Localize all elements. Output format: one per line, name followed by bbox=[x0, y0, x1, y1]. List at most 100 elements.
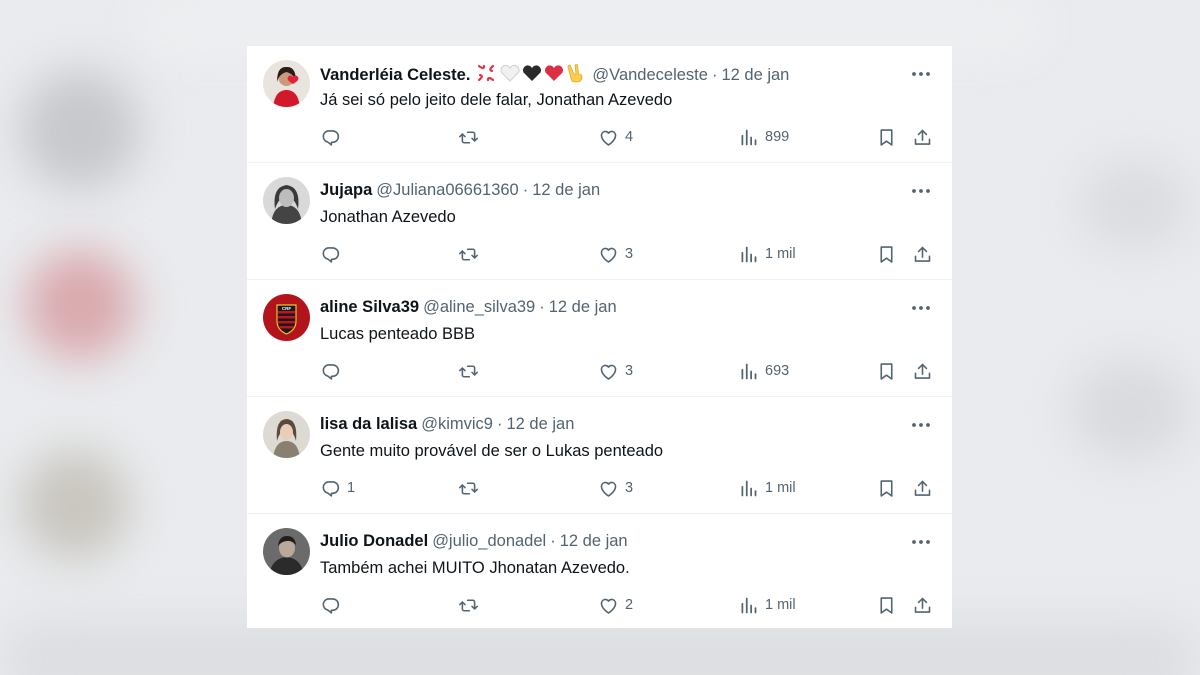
tweet-actions: 1 3 1 mil bbox=[320, 477, 932, 499]
display-name[interactable]: Vanderléia Celeste. bbox=[320, 66, 470, 84]
user-handle[interactable]: @julio_donadel bbox=[432, 532, 546, 550]
tweet[interactable]: Vanderléia Celeste. @Vandeceleste · 12 de … bbox=[247, 46, 952, 163]
more-options-icon[interactable] bbox=[910, 532, 932, 552]
tweet-actions: 4 899 bbox=[320, 126, 932, 148]
bookmark-button[interactable] bbox=[876, 243, 897, 265]
views-count: 693 bbox=[765, 363, 790, 379]
user-handle[interactable]: @aline_silva39 bbox=[423, 298, 535, 316]
tweet-date[interactable]: 12 de jan bbox=[532, 181, 600, 199]
user-avatar[interactable] bbox=[263, 177, 310, 224]
tweet-date[interactable]: 12 de jan bbox=[721, 66, 789, 84]
user-handle[interactable]: @Juliana06661360 bbox=[376, 181, 518, 199]
separator-dot: · bbox=[522, 181, 529, 199]
retweet-icon bbox=[458, 130, 479, 144]
tweet-date[interactable]: 12 de jan bbox=[549, 298, 617, 316]
heart-icon bbox=[600, 247, 617, 263]
share-icon bbox=[914, 129, 931, 145]
name-emojis bbox=[476, 63, 588, 88]
heart-icon bbox=[600, 481, 617, 497]
views-count: 1 mil bbox=[765, 246, 796, 262]
share-button[interactable] bbox=[912, 594, 933, 616]
reply-button[interactable] bbox=[320, 243, 347, 265]
more-options-icon[interactable] bbox=[910, 298, 932, 318]
reply-count: 1 bbox=[347, 480, 356, 496]
more-options-icon[interactable] bbox=[910, 415, 932, 435]
red-heart-emoji bbox=[545, 65, 564, 81]
more-options-icon[interactable] bbox=[910, 64, 932, 84]
display-name[interactable]: Julio Donadel bbox=[320, 532, 428, 550]
user-avatar[interactable]: CRF bbox=[263, 294, 310, 341]
separator-dot: · bbox=[550, 532, 556, 550]
tweet-text: Lucas penteado BBB bbox=[320, 325, 476, 343]
reply-button[interactable] bbox=[320, 594, 347, 616]
heart-icon bbox=[600, 598, 617, 614]
tweet-date[interactable]: 12 de jan bbox=[507, 415, 575, 433]
share-button[interactable] bbox=[912, 477, 933, 499]
retweet-button[interactable] bbox=[458, 594, 479, 616]
reply-feed: Vanderléia Celeste. @Vandeceleste · 12 de … bbox=[247, 46, 952, 628]
reply-button[interactable] bbox=[320, 126, 347, 148]
heart-icon bbox=[600, 130, 617, 146]
display-name[interactable]: lisa da lalisa bbox=[320, 415, 417, 433]
tweet[interactable]: Jujapa @Juliana06661360 · 12 de jan Jonatha… bbox=[247, 163, 952, 280]
bookmark-button[interactable] bbox=[876, 360, 897, 382]
tweet-actions: 2 1 mil bbox=[320, 594, 932, 616]
tweet[interactable]: lisa da lalisa @kimvic9 · 12 de jan Gente m… bbox=[247, 397, 952, 514]
black-heart-emoji bbox=[523, 65, 542, 81]
like-button[interactable]: 3 bbox=[598, 243, 633, 265]
victory-hand-emoji bbox=[568, 64, 583, 83]
views-button[interactable]: 1 mil bbox=[738, 243, 796, 265]
views-button[interactable]: 693 bbox=[738, 360, 789, 382]
share-button[interactable] bbox=[912, 360, 933, 382]
tweet[interactable]: CRF aline Silva39 @aline_silva39 · 12 de ja… bbox=[247, 280, 952, 397]
reply-button[interactable] bbox=[320, 360, 347, 382]
tweet-actions: 3 693 bbox=[320, 360, 932, 382]
anger-emoji bbox=[478, 64, 495, 82]
retweet-button[interactable] bbox=[458, 477, 479, 499]
share-icon bbox=[914, 363, 931, 379]
like-count: 3 bbox=[625, 363, 634, 379]
retweet-button[interactable] bbox=[458, 243, 479, 265]
reply-icon bbox=[322, 363, 340, 380]
bookmark-icon bbox=[880, 128, 893, 146]
bookmark-icon bbox=[880, 245, 893, 263]
like-button[interactable]: 3 bbox=[598, 360, 633, 382]
user-avatar[interactable] bbox=[263, 528, 310, 575]
views-button[interactable]: 1 mil bbox=[738, 477, 796, 499]
like-button[interactable]: 2 bbox=[598, 594, 633, 616]
reply-icon bbox=[322, 480, 340, 497]
user-avatar[interactable] bbox=[263, 411, 310, 458]
share-button[interactable] bbox=[912, 126, 933, 148]
user-handle[interactable]: @kimvic9 bbox=[421, 415, 493, 433]
tweet-text: Gente muito provável de ser o Lukas pent… bbox=[320, 442, 664, 460]
separator-dot: · bbox=[711, 66, 718, 84]
bookmark-button[interactable] bbox=[876, 126, 897, 148]
tweet[interactable]: Julio Donadel @julio_donadel · 12 de jan Ta… bbox=[247, 514, 952, 628]
share-button[interactable] bbox=[912, 243, 933, 265]
like-button[interactable]: 4 bbox=[598, 126, 633, 148]
reply-button[interactable]: 1 bbox=[320, 477, 355, 499]
analytics-icon bbox=[741, 480, 757, 496]
bookmark-button[interactable] bbox=[876, 477, 897, 499]
tweet-text: Também achei MUITO Jhonatan Azevedo. bbox=[320, 559, 630, 577]
views-count: 1 mil bbox=[765, 480, 796, 496]
share-icon bbox=[914, 597, 931, 613]
user-handle[interactable]: @Vandeceleste bbox=[592, 66, 708, 84]
retweet-button[interactable] bbox=[458, 360, 479, 382]
retweet-button[interactable] bbox=[458, 126, 479, 148]
like-button[interactable]: 3 bbox=[598, 477, 633, 499]
separator-dot: · bbox=[497, 415, 503, 433]
display-name[interactable]: aline Silva39 bbox=[320, 298, 419, 316]
views-count: 899 bbox=[765, 129, 790, 145]
more-options-icon[interactable] bbox=[910, 181, 932, 201]
analytics-icon bbox=[741, 597, 757, 613]
tweet-date[interactable]: 12 de jan bbox=[560, 532, 628, 550]
views-count: 1 mil bbox=[765, 597, 796, 613]
views-button[interactable]: 1 mil bbox=[738, 594, 796, 616]
display-name[interactable]: Jujapa bbox=[320, 181, 372, 199]
analytics-icon bbox=[741, 363, 757, 379]
like-count: 4 bbox=[625, 129, 634, 145]
bookmark-button[interactable] bbox=[876, 594, 897, 616]
user-avatar[interactable] bbox=[263, 60, 310, 107]
views-button[interactable]: 899 bbox=[738, 126, 789, 148]
